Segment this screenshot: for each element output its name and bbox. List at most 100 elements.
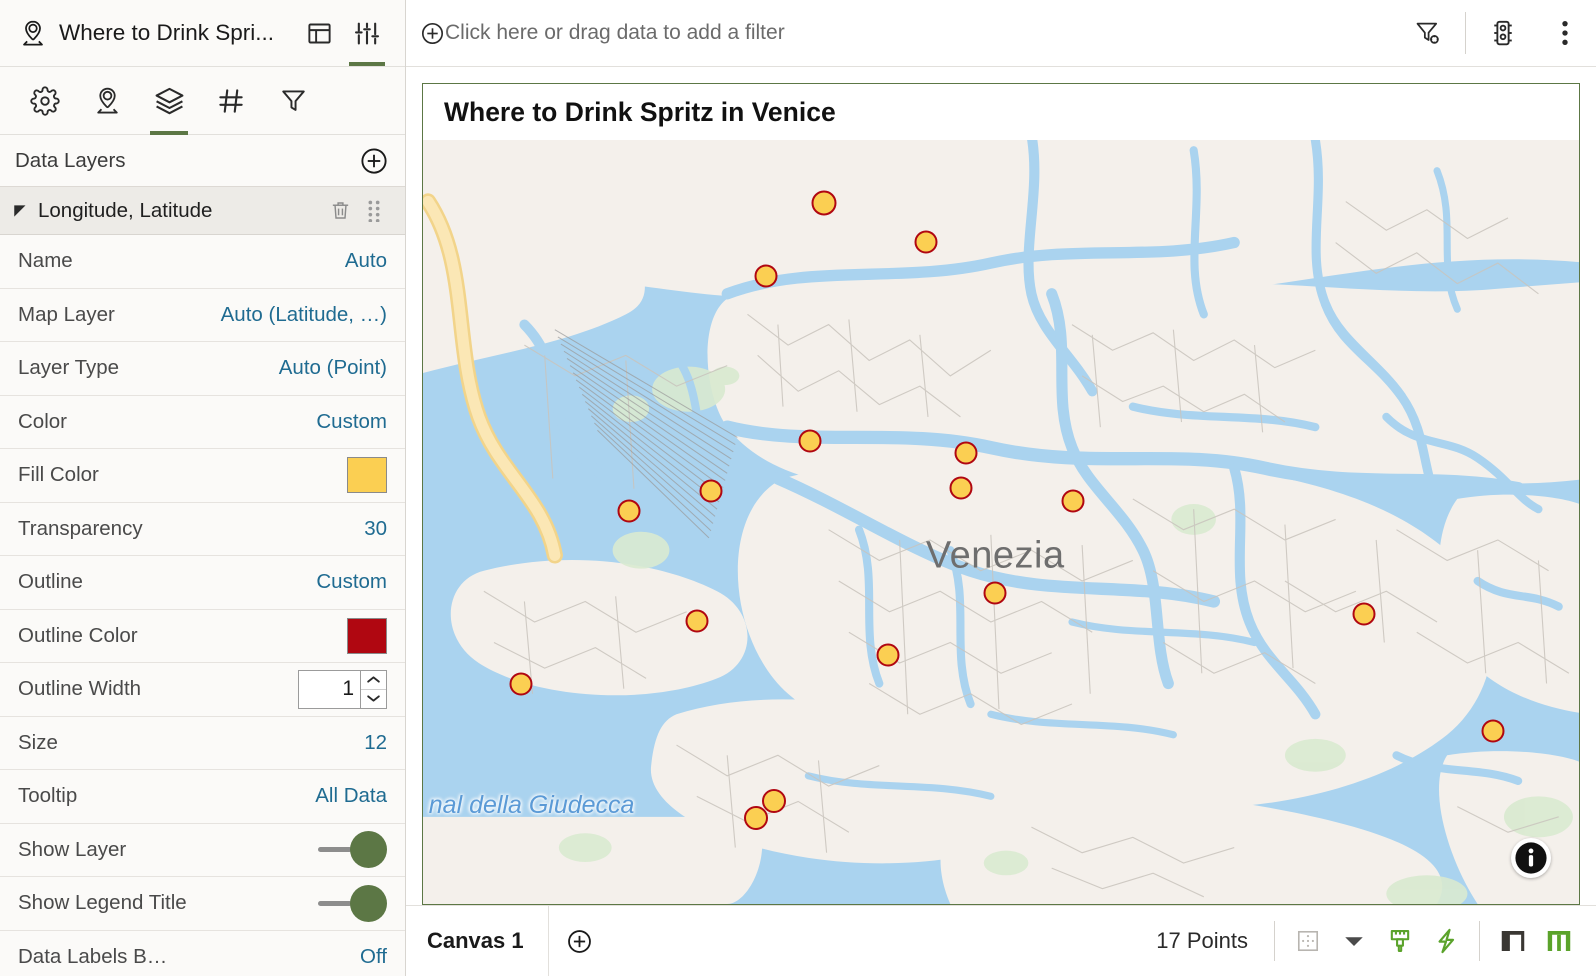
map-pin-person-icon	[18, 18, 48, 48]
add-filter-dropzone[interactable]: Click here or drag data to add a filter	[420, 21, 1397, 46]
map-point[interactable]	[983, 581, 1007, 605]
property-value-data-labels[interactable]: Off	[360, 945, 387, 969]
property-label: Name	[18, 249, 73, 273]
snap-grid-button[interactable]	[1285, 906, 1331, 976]
trash-icon[interactable]	[323, 199, 357, 222]
stepper-up-button[interactable]	[361, 671, 386, 690]
map-point[interactable]	[754, 264, 778, 288]
property-value-map-layer[interactable]: Auto (Latitude, …)	[221, 303, 387, 327]
tab-filters[interactable]	[262, 67, 324, 135]
status-divider	[1479, 921, 1480, 961]
filter-toolbar: Click here or drag data to add a filter	[406, 0, 1596, 67]
map-title: Where to Drink Spritz in Venice	[444, 96, 836, 127]
more-options-button[interactable]	[1534, 0, 1596, 66]
map-point[interactable]	[914, 230, 938, 254]
add-filter-hint-text: Click here or drag data to add a filter	[445, 21, 785, 44]
canvas-tab[interactable]: Canvas 1	[406, 906, 549, 976]
map-point[interactable]	[699, 479, 723, 503]
stepper-arrows	[360, 670, 386, 708]
snap-dropdown-button[interactable]	[1331, 906, 1377, 976]
toolbar-divider	[1465, 12, 1466, 54]
add-data-layer-button[interactable]	[359, 146, 389, 176]
property-row-show-layer: Show Layer	[0, 824, 405, 877]
map-card: Where to Drink Spritz in Venice Venezia …	[422, 83, 1580, 905]
property-label: Show Legend Title	[18, 891, 187, 915]
right-panel-toggle[interactable]	[1536, 906, 1582, 976]
left-panel-toggle[interactable]	[1490, 906, 1536, 976]
sidebar-title-buttons	[295, 0, 391, 66]
layer-header-row[interactable]: Longitude, Latitude	[0, 187, 405, 235]
property-row-name: Name Auto	[0, 235, 405, 289]
property-value-layer-type[interactable]: Auto (Point)	[279, 356, 387, 380]
style-brush-button[interactable]	[1377, 906, 1423, 976]
map-viewport[interactable]: Venezia nal della Giudecca	[423, 140, 1579, 904]
data-layers-label: Data Layers	[15, 148, 126, 172]
map-point[interactable]	[954, 441, 978, 465]
layer-name: Longitude, Latitude	[38, 198, 213, 222]
tab-settings[interactable]	[14, 67, 76, 135]
main-area: Click here or drag data to add a filter	[406, 0, 1596, 976]
property-label: Tooltip	[18, 784, 78, 808]
property-row-outline-width: Outline Width	[0, 663, 405, 717]
panel-layout-button[interactable]	[295, 0, 343, 66]
toggle-knob	[350, 884, 387, 922]
status-bar: Canvas 1 17 Points	[406, 905, 1596, 976]
map-point[interactable]	[685, 609, 709, 633]
property-row-map-layer: Map Layer Auto (Latitude, …)	[0, 289, 405, 342]
property-row-size: Size 12	[0, 717, 405, 770]
map-point[interactable]	[811, 190, 837, 216]
properties-button[interactable]	[343, 0, 391, 66]
tab-map[interactable]	[76, 67, 138, 135]
city-label: Venezia	[925, 534, 1065, 577]
outline-color-swatch[interactable]	[347, 617, 387, 654]
map-point[interactable]	[509, 672, 533, 696]
tab-layers[interactable]	[138, 67, 200, 135]
property-value-color[interactable]: Custom	[316, 410, 387, 434]
map-point[interactable]	[743, 806, 768, 831]
map-info-button[interactable]	[1511, 838, 1551, 878]
fill-color-swatch[interactable]	[347, 457, 387, 494]
show-legend-title-toggle[interactable]	[313, 884, 387, 922]
stepper-down-button[interactable]	[361, 690, 386, 708]
property-label: Size	[18, 730, 58, 754]
property-row-data-labels: Data Labels B… Off	[0, 931, 405, 976]
property-value-name[interactable]: Auto	[345, 249, 387, 273]
property-value-transparency[interactable]: 30	[364, 517, 387, 541]
property-row-fill-color: Fill Color	[0, 449, 405, 503]
property-label: Fill Color	[18, 463, 99, 487]
property-value-size[interactable]: 12	[364, 731, 387, 755]
outline-width-stepper[interactable]	[298, 669, 387, 709]
show-layer-toggle[interactable]	[313, 831, 387, 869]
property-label: Outline Width	[18, 677, 142, 701]
property-label: Map Layer	[18, 302, 115, 326]
map-point[interactable]	[1061, 489, 1085, 513]
map-point[interactable]	[1352, 602, 1376, 626]
left-sidebar: Where to Drink Spri... Data Layers Longi…	[0, 0, 406, 976]
quick-actions-button[interactable]	[1423, 906, 1469, 976]
map-point[interactable]	[876, 643, 900, 667]
add-canvas-button[interactable]	[549, 906, 611, 976]
toggle-track	[318, 847, 352, 853]
map-point[interactable]	[762, 788, 787, 813]
filter-settings-button[interactable]	[1397, 0, 1459, 66]
drag-handle-icon[interactable]	[357, 200, 391, 222]
map-point[interactable]	[617, 499, 641, 523]
data-actions-button[interactable]	[1472, 0, 1534, 66]
property-row-tooltip: Tooltip All Data	[0, 770, 405, 824]
property-row-outline-color: Outline Color	[0, 610, 405, 663]
map-point[interactable]	[1481, 719, 1505, 743]
plus-circle-icon	[420, 21, 445, 46]
map-point[interactable]	[949, 476, 973, 500]
map-point[interactable]	[798, 429, 822, 453]
outline-width-input[interactable]	[299, 670, 360, 708]
property-label: Show Layer	[18, 837, 127, 861]
layer-properties-list: Name Auto Map Layer Auto (Latitude, …) L…	[0, 235, 405, 976]
property-value-outline[interactable]: Custom	[316, 570, 387, 594]
toggle-knob	[350, 831, 387, 869]
property-value-tooltip[interactable]: All Data	[315, 784, 387, 808]
point-count-label: 17 Points	[1156, 928, 1248, 953]
toggle-track	[318, 900, 352, 906]
status-divider	[1274, 921, 1275, 961]
tab-numbers[interactable]	[200, 67, 262, 135]
collapse-triangle-icon[interactable]	[12, 202, 32, 220]
